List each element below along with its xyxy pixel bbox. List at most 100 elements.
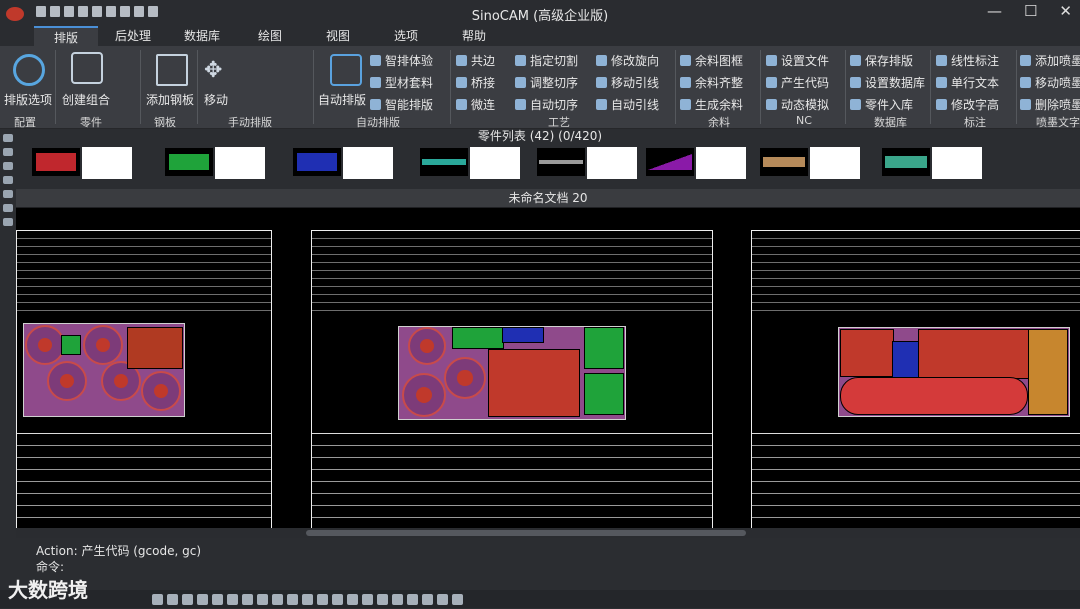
nested-part — [402, 373, 446, 417]
zoom-icon[interactable] — [302, 594, 313, 605]
part-thumbnail[interactable] — [537, 145, 637, 179]
tab-postprocess[interactable]: 后处理 — [103, 26, 163, 46]
polar-icon[interactable] — [197, 594, 208, 605]
auto-sequence-button[interactable]: 自动切序 — [515, 96, 578, 113]
adjust-sequence-button[interactable]: 调整切序 — [515, 74, 578, 91]
nest-sheet[interactable] — [311, 230, 713, 528]
zoom-tool-icon[interactable] — [3, 204, 13, 212]
part-thumbnail[interactable] — [420, 145, 520, 179]
linear-dimension-button[interactable]: 线性标注 — [936, 52, 999, 69]
smart-layout-button[interactable]: 智能排版 — [370, 96, 433, 113]
document-tab[interactable]: 未命名文档 20 — [16, 189, 1080, 208]
auto-sequence-icon — [515, 99, 526, 110]
tab-draw[interactable]: 绘图 — [240, 26, 300, 46]
label: 零件入库 — [865, 98, 914, 112]
select-tool-icon[interactable] — [3, 190, 13, 198]
nested-part — [840, 329, 894, 377]
move-leadin-button[interactable]: 移动引线 — [596, 74, 659, 91]
set-file-button[interactable]: 设置文件 — [766, 52, 829, 69]
image-icon[interactable] — [422, 594, 433, 605]
command-prompt[interactable]: 命令: — [36, 558, 64, 575]
simulate-button[interactable]: 动态模拟 — [766, 96, 829, 113]
generate-remnant-button[interactable]: 生成余料 — [680, 96, 743, 113]
minimize-icon[interactable]: — — [987, 2, 1002, 20]
delete-inkjet-button[interactable]: 删除喷墨 — [1020, 96, 1080, 113]
command-history: Action: 产生代码 (gcode, gc) — [36, 544, 202, 558]
tab-view[interactable]: 视图 — [308, 26, 368, 46]
tab-options[interactable]: 选项 — [376, 26, 436, 46]
model-icon[interactable] — [272, 594, 283, 605]
properties-icon[interactable] — [407, 594, 418, 605]
tab-help[interactable]: 帮助 — [444, 26, 504, 46]
generate-code-button[interactable]: 产生代码 — [766, 74, 829, 91]
pan-icon[interactable] — [317, 594, 328, 605]
move-inkjet-button[interactable]: 移动喷墨 — [1020, 74, 1080, 91]
move-button[interactable]: 移动 — [204, 91, 228, 108]
close-icon[interactable]: ✕ — [1059, 2, 1072, 20]
layer-tool-icon[interactable] — [3, 218, 13, 226]
specify-cut-button[interactable]: 指定切割 — [515, 52, 578, 69]
layout-options-button[interactable]: 排版选项 — [4, 91, 52, 108]
nest-sheet[interactable] — [16, 230, 272, 528]
settings-icon[interactable] — [452, 594, 463, 605]
part-thumbnail[interactable] — [293, 145, 393, 179]
measure-icon[interactable] — [392, 594, 403, 605]
part-shape — [32, 148, 80, 176]
table-icon[interactable] — [437, 594, 448, 605]
auto-leadin-button[interactable]: 自动引线 — [596, 96, 659, 113]
single-text-button[interactable]: 单行文本 — [936, 74, 999, 91]
otrack-icon[interactable] — [227, 594, 238, 605]
arc-tool-icon[interactable] — [3, 176, 13, 184]
nav-icon[interactable] — [287, 594, 298, 605]
text-icon[interactable] — [347, 594, 358, 605]
part-thumbnail[interactable] — [646, 145, 746, 179]
grid-icon[interactable] — [167, 594, 178, 605]
dimension-icon[interactable] — [362, 594, 373, 605]
move-icon: ✥ — [204, 58, 223, 83]
horizontal-scrollbar[interactable] — [16, 528, 1080, 538]
part-thumbnail[interactable] — [760, 145, 860, 179]
layer-icon[interactable] — [332, 594, 343, 605]
part-thumbnail[interactable] — [882, 145, 982, 179]
tab-database[interactable]: 数据库 — [172, 26, 232, 46]
nest-sheet[interactable] — [751, 230, 1080, 528]
add-plate-button[interactable]: 添加钢板 — [146, 91, 194, 108]
set-database-button[interactable]: 设置数据库 — [850, 74, 925, 91]
ortho-icon[interactable] — [182, 594, 193, 605]
drawing-canvas[interactable] — [16, 208, 1080, 528]
block-icon[interactable] — [377, 594, 388, 605]
pointer-icon[interactable] — [3, 134, 13, 142]
divider — [197, 50, 198, 124]
remnant-align-button[interactable]: 余料齐整 — [680, 74, 743, 91]
label: 共边 — [471, 54, 496, 68]
smart-nest-trial-button[interactable]: 智排体验 — [370, 52, 433, 69]
lineweight-icon[interactable] — [257, 594, 268, 605]
save-layout-button[interactable]: 保存排版 — [850, 52, 913, 69]
part-thumbnail[interactable] — [165, 145, 265, 179]
part-thumbnail[interactable] — [32, 145, 132, 179]
add-inkjet-button[interactable]: 添加喷墨 — [1020, 52, 1080, 69]
remnant-frame-button[interactable]: 余料图框 — [680, 52, 743, 69]
remnant-icon — [680, 99, 691, 110]
part-to-db-button[interactable]: 零件入库 — [850, 96, 913, 113]
dyn-icon[interactable] — [242, 594, 253, 605]
osnap-icon[interactable] — [212, 594, 223, 605]
line-tool-icon[interactable] — [3, 162, 13, 170]
leadin-icon — [596, 77, 607, 88]
common-edge-button[interactable]: 共边 — [456, 52, 495, 69]
micro-joint-button[interactable]: 微连 — [456, 96, 495, 113]
nested-part — [584, 327, 624, 369]
snap-icon[interactable] — [152, 594, 163, 605]
part-fill — [297, 153, 337, 171]
maximize-icon[interactable]: ☐ — [1024, 2, 1037, 20]
label: 微连 — [471, 98, 496, 112]
scrollbar-thumb[interactable] — [306, 530, 746, 536]
tab-layout[interactable]: 排版 — [34, 26, 98, 48]
auto-nest-button[interactable]: 自动排版 — [318, 91, 366, 108]
create-combo-button[interactable]: 创建组合 — [62, 91, 110, 108]
circle-tool-icon[interactable] — [3, 148, 13, 156]
profile-nesting-button[interactable]: 型材套料 — [370, 74, 433, 91]
change-rotation-button[interactable]: 修改旋向 — [596, 52, 659, 69]
text-height-button[interactable]: 修改字高 — [936, 96, 999, 113]
bridge-button[interactable]: 桥接 — [456, 74, 495, 91]
